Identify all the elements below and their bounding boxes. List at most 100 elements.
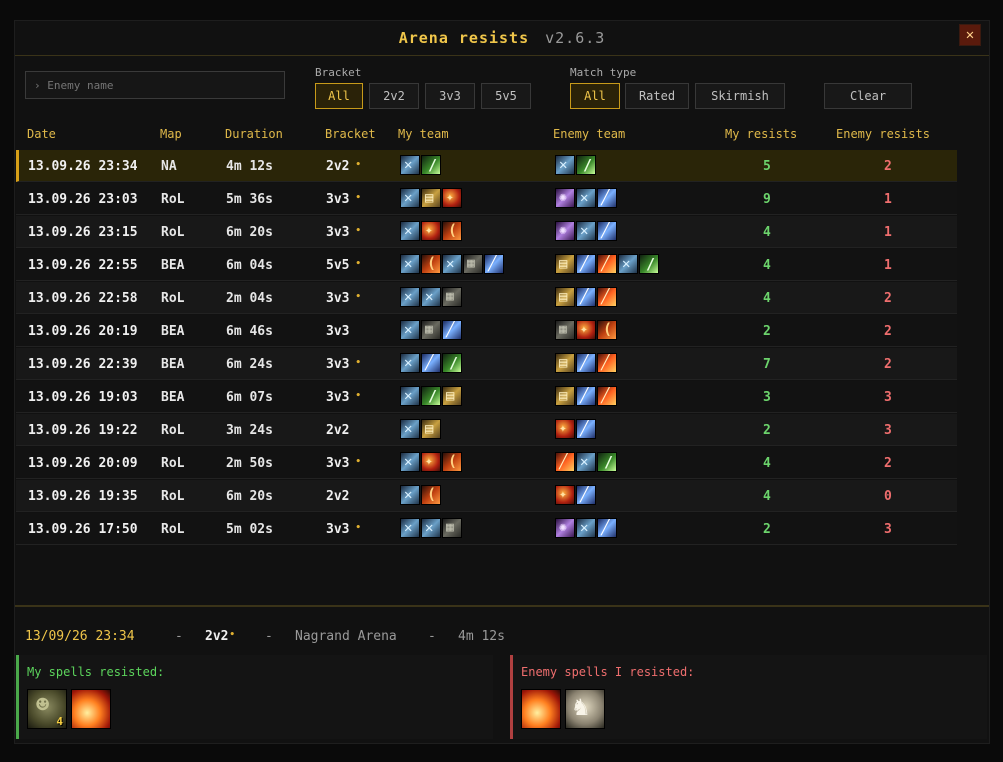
table-row[interactable]: 13.09.26 22:58 RoL 2m 04s 3v3 • 4 2: [16, 282, 957, 314]
stone-armor-icon[interactable]: [421, 320, 441, 340]
stone-armor-icon[interactable]: [463, 254, 483, 274]
crossed-swords-icon[interactable]: [400, 518, 420, 538]
table-row[interactable]: 13.09.26 22:55 BEA 6m 04s 5v5 • 4 1: [16, 249, 957, 281]
crossed-swords-icon[interactable]: [555, 155, 575, 175]
stone-armor-icon[interactable]: [555, 320, 575, 340]
table-row[interactable]: 13.09.26 19:03 BEA 6m 07s 3v3 • 3 3: [16, 381, 957, 413]
green-dagger-icon[interactable]: [421, 386, 441, 406]
scroll-icon[interactable]: [421, 419, 441, 439]
crossed-swords-icon[interactable]: [400, 221, 420, 241]
close-button[interactable]: ✕: [959, 24, 981, 46]
crossed-swords-icon[interactable]: [400, 320, 420, 340]
crossed-swords-icon[interactable]: [400, 287, 420, 307]
bracket-3v3-button[interactable]: 3v3: [425, 83, 475, 109]
scroll-icon[interactable]: [555, 386, 575, 406]
flame-arc-icon[interactable]: [421, 485, 441, 505]
fire-blade-icon[interactable]: [597, 386, 617, 406]
table-row[interactable]: 13.09.26 20:09 RoL 2m 50s 3v3 • 4 2: [16, 447, 957, 479]
stone-armor-icon[interactable]: [442, 518, 462, 538]
purple-spark-icon[interactable]: [555, 518, 575, 538]
scroll-icon[interactable]: [421, 188, 441, 208]
enemy-name-search-input[interactable]: [25, 71, 285, 99]
fire-burst-icon[interactable]: [555, 419, 575, 439]
flame-arc-icon[interactable]: [442, 452, 462, 472]
fire-burst-icon[interactable]: [555, 485, 575, 505]
stone-armor-icon[interactable]: [442, 287, 462, 307]
crossed-swords-icon[interactable]: [400, 452, 420, 472]
table-row[interactable]: 13.09.26 22:39 BEA 6m 24s 3v3 • 7 2: [16, 348, 957, 380]
fire-blade-icon[interactable]: [597, 287, 617, 307]
table-row[interactable]: 13.09.26 17:50 RoL 5m 02s 3v3 • 2 3: [16, 513, 957, 545]
crossed-swords-icon[interactable]: [400, 419, 420, 439]
col-header-enemy-team[interactable]: Enemy team: [553, 127, 625, 141]
col-header-duration[interactable]: Duration: [225, 127, 283, 141]
crossed-swords-icon[interactable]: [400, 485, 420, 505]
purple-spark-icon[interactable]: [555, 221, 575, 241]
table-row[interactable]: 13.09.26 23:15 RoL 6m 20s 3v3 • 4 1: [16, 216, 957, 248]
green-dagger-icon[interactable]: [576, 155, 596, 175]
crossed-swords-icon[interactable]: [421, 518, 441, 538]
col-header-enemy-resists[interactable]: Enemy resists: [836, 127, 930, 141]
match-type-all-button[interactable]: All: [570, 83, 620, 109]
fire-spell-icon[interactable]: [521, 689, 561, 729]
scroll-icon[interactable]: [555, 254, 575, 274]
fire-blade-icon[interactable]: [597, 353, 617, 373]
crossed-swords-icon[interactable]: [400, 188, 420, 208]
green-dagger-icon[interactable]: [639, 254, 659, 274]
flame-arc-icon[interactable]: [442, 221, 462, 241]
fire-blade-icon[interactable]: [555, 452, 575, 472]
bracket-all-button[interactable]: All: [315, 83, 363, 109]
blue-blade-icon[interactable]: [484, 254, 504, 274]
table-row[interactable]: 13.09.26 23:03 RoL 5m 36s 3v3 • 9 1: [16, 183, 957, 215]
col-header-bracket[interactable]: Bracket: [325, 127, 376, 141]
green-dagger-icon[interactable]: [442, 353, 462, 373]
blue-blade-icon[interactable]: [421, 353, 441, 373]
green-dagger-icon[interactable]: [597, 452, 617, 472]
fire-burst-icon[interactable]: [442, 188, 462, 208]
col-header-map[interactable]: Map: [160, 127, 182, 141]
match-type-skirmish-button[interactable]: Skirmish: [695, 83, 785, 109]
crossed-swords-icon[interactable]: [576, 188, 596, 208]
crossed-swords-icon[interactable]: [400, 155, 420, 175]
crossed-swords-icon[interactable]: [618, 254, 638, 274]
clear-button[interactable]: Clear: [824, 83, 912, 109]
blue-blade-icon[interactable]: [576, 254, 596, 274]
orc-warrior-icon[interactable]: 4: [27, 689, 67, 729]
blue-blade-icon[interactable]: [576, 419, 596, 439]
blue-blade-icon[interactable]: [576, 485, 596, 505]
blue-blade-icon[interactable]: [576, 386, 596, 406]
fire-burst-icon[interactable]: [421, 221, 441, 241]
crossed-swords-icon[interactable]: [576, 221, 596, 241]
blue-blade-icon[interactable]: [597, 188, 617, 208]
crossed-swords-icon[interactable]: [400, 386, 420, 406]
crossed-swords-icon[interactable]: [442, 254, 462, 274]
purple-spark-icon[interactable]: [555, 188, 575, 208]
table-row[interactable]: 13.09.26 19:35 RoL 6m 20s 2v2 4 0: [16, 480, 957, 512]
bracket-5v5-button[interactable]: 5v5: [481, 83, 531, 109]
blue-blade-icon[interactable]: [597, 518, 617, 538]
fire-spell-icon[interactable]: [71, 689, 111, 729]
crossed-swords-icon[interactable]: [421, 287, 441, 307]
crossed-swords-icon[interactable]: [576, 518, 596, 538]
match-type-rated-button[interactable]: Rated: [625, 83, 689, 109]
crossed-swords-icon[interactable]: [400, 353, 420, 373]
scroll-icon[interactable]: [442, 386, 462, 406]
table-row[interactable]: 13.09.26 23:34 NA 4m 12s 2v2 • 5 2: [16, 150, 957, 182]
blue-blade-icon[interactable]: [576, 287, 596, 307]
flame-arc-icon[interactable]: [421, 254, 441, 274]
col-header-my-team[interactable]: My team: [398, 127, 449, 141]
table-row[interactable]: 13.09.26 20:19 BEA 6m 46s 3v3 2 2: [16, 315, 957, 347]
table-row[interactable]: 13.09.26 19:22 RoL 3m 24s 2v2 2 3: [16, 414, 957, 446]
fire-blade-icon[interactable]: [597, 254, 617, 274]
scroll-icon[interactable]: [555, 287, 575, 307]
col-header-date[interactable]: Date: [27, 127, 56, 141]
crossed-swords-icon[interactable]: [400, 254, 420, 274]
blue-blade-icon[interactable]: [576, 353, 596, 373]
bracket-2v2-button[interactable]: 2v2: [369, 83, 419, 109]
scroll-icon[interactable]: [555, 353, 575, 373]
horse-icon[interactable]: [565, 689, 605, 729]
fire-burst-icon[interactable]: [576, 320, 596, 340]
blue-blade-icon[interactable]: [442, 320, 462, 340]
crossed-swords-icon[interactable]: [576, 452, 596, 472]
blue-blade-icon[interactable]: [597, 221, 617, 241]
